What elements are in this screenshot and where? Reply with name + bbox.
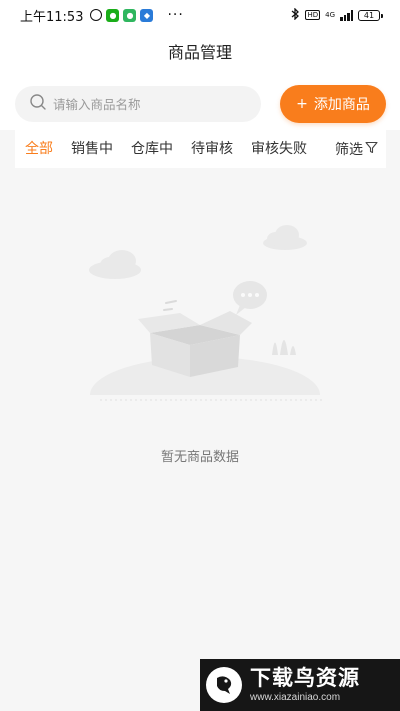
filter-label: 筛选 [335,142,363,158]
status-bar: 上午11:53 ● ● ◆ ··· HD 4G 41 [0,0,400,30]
nav-bar: 商品管理 [0,30,400,72]
status-tabs: 全部 销售中 仓库中 待审核 审核失败 违 筛选 [15,130,386,168]
tab-pending-review[interactable]: 待审核 [191,138,233,160]
watermark-text: 下载鸟资源 www.xiazainiao.com [250,665,360,703]
status-time: 上午11:53 [20,9,84,25]
watermark-banner: 下载鸟资源 www.xiazainiao.com [200,659,400,711]
filter-funnel-icon [365,141,378,158]
bird-logo-icon [206,667,242,703]
network-type: 4G [325,11,335,19]
filter-button[interactable]: 筛选 [325,130,386,168]
alarm-icon [90,9,103,21]
more-notifications-icon: ··· [167,7,184,23]
search-row: + 添加商品 [0,72,400,130]
watermark-url: www.xiazainiao.com [250,691,341,703]
empty-state-message: 暂无商品数据 [160,450,239,465]
search-box[interactable] [15,86,261,122]
battery-level: 41 [363,10,375,20]
status-right: HD 4G 41 [291,6,383,23]
search-icon [29,93,53,115]
bluetooth-icon [291,6,300,23]
plus-icon: + [296,96,308,112]
app-notification-icon: ◆ [140,8,154,22]
wecom-icon: ● [123,8,137,22]
status-left: 上午11:53 ● ● ◆ ··· [20,6,184,25]
page-title: 商品管理 [167,43,232,62]
battery-icon: 41 [358,9,383,21]
tab-list: 全部 销售中 仓库中 待审核 审核失败 违 [15,138,325,160]
hd-icon: HD [305,10,321,20]
tab-review-failed[interactable]: 审核失败 [251,138,307,160]
tab-in-warehouse[interactable]: 仓库中 [131,138,173,160]
wechat-icon: ● [106,8,120,22]
tab-all[interactable]: 全部 [25,138,53,160]
add-product-label: 添加商品 [313,97,370,113]
tab-on-sale[interactable]: 销售中 [71,138,113,160]
watermark-title: 下载鸟资源 [250,665,360,690]
signal-icon [340,9,353,21]
search-input[interactable] [53,96,243,112]
add-product-button[interactable]: + 添加商品 [280,85,386,123]
empty-box-illustration [80,215,330,433]
